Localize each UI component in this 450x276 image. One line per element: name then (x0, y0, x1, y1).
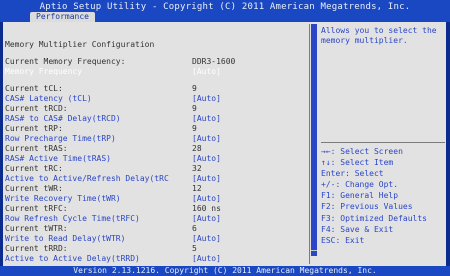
setting-value[interactable]: [Auto] (192, 154, 221, 164)
setting-value[interactable]: [Auto] (192, 194, 221, 204)
setting-value: 28 (192, 144, 202, 153)
setting-label[interactable]: Memory Frequency (5, 67, 82, 77)
setting-value[interactable]: [Auto] (192, 134, 221, 144)
setting-value: DDR3-1600 (192, 57, 236, 66)
setting-value[interactable]: [Auto] (192, 94, 221, 104)
setting-label[interactable]: Active to Active Delay(tRRD) (5, 254, 140, 264)
setting-label: Current tRCD: (5, 104, 68, 113)
setting-label[interactable]: Active to Active/Refresh Delay(tRC (5, 174, 169, 184)
key-legend: →←: Select Screen ↑↓: Select Item Enter:… (321, 146, 427, 246)
setting-label[interactable]: Write Recovery Time(tWR) (5, 194, 121, 204)
scroll-down-arrow-icon[interactable] (311, 251, 317, 256)
help-panel: Allows you to select the memory multipli… (321, 26, 445, 262)
key-enter: Enter: Select (321, 169, 384, 179)
help-line-1: Allows you to select the (321, 26, 437, 35)
setting-value: 160 ns (192, 204, 221, 213)
setting-value[interactable]: [Auto] (192, 214, 221, 224)
setting-label: Current tRP: (5, 124, 63, 133)
key-select-item: ↑↓: Select Item (321, 158, 394, 168)
setting-label[interactable]: Write to Read Delay(tWTR) (5, 234, 125, 244)
help-text: Allows you to select the memory multipli… (321, 26, 437, 46)
setting-value[interactable]: [Auto] (192, 254, 221, 264)
setting-value[interactable]: [Auto] (192, 174, 221, 184)
key-general-help: F1: General Help (321, 191, 399, 201)
setting-label[interactable]: RAS# to CAS# Delay(tRCD) (5, 114, 121, 124)
setting-label: Current tRC: (5, 164, 63, 173)
setting-label: Current Memory Frequency: (5, 57, 126, 66)
setting-label[interactable]: Row Refresh Cycle Time(tRFC) (5, 214, 140, 224)
panel-divider (309, 24, 310, 264)
setting-label: Current tWR: (5, 184, 63, 193)
setting-value: 12 (192, 184, 202, 193)
setting-label: Current tRAS: (5, 144, 68, 153)
setting-label[interactable]: RAS# Active Time(tRAS) (5, 154, 111, 164)
key-select-screen: →←: Select Screen (321, 147, 403, 156)
setting-value: 32 (192, 164, 202, 173)
key-change-opt: +/-: Change Opt. (321, 180, 399, 190)
scrollbar-thumb[interactable] (311, 30, 317, 250)
key-previous-values: F2: Previous Values (321, 202, 413, 212)
setting-label[interactable]: Row Precharge Time(tRP) (5, 134, 116, 144)
help-divider (321, 142, 445, 143)
setting-value: 9 (192, 84, 197, 93)
setting-value: 5 (192, 244, 197, 253)
setting-value: 9 (192, 124, 197, 133)
help-line-2: memory multiplier. (321, 35, 408, 45)
tab-performance[interactable]: Performance (30, 12, 95, 22)
setting-label: Current tRRD: (5, 244, 68, 253)
setting-value[interactable]: [Auto] (192, 114, 221, 124)
settings-list: Memory Multiplier Configuration Current … (5, 26, 305, 264)
scroll-up-arrow-icon[interactable] (311, 24, 317, 30)
app-title: Aptio Setup Utility - Copyright (C) 2011… (39, 2, 411, 12)
key-esc-exit: ESC: Exit (321, 235, 365, 245)
setting-value[interactable]: [Auto] (192, 234, 221, 244)
setting-value: 9 (192, 104, 197, 113)
setting-label: Current tCL: (5, 84, 63, 93)
version-footer: Version 2.13.1216. Copyright (C) 2011 Am… (0, 266, 450, 276)
setting-value[interactable]: [Auto] (192, 67, 221, 77)
setting-label: Current tWTR: (5, 224, 68, 233)
setting-label: Current tRFC: (5, 204, 68, 213)
key-save-exit: F4: Save & Exit (321, 224, 394, 234)
setting-value: 6 (192, 224, 197, 233)
key-optimized-defaults: F3: Optimized Defaults (321, 213, 427, 223)
section-title: Memory Multiplier Configuration (5, 40, 155, 49)
setting-label[interactable]: CAS# Latency (tCL) (5, 94, 92, 104)
